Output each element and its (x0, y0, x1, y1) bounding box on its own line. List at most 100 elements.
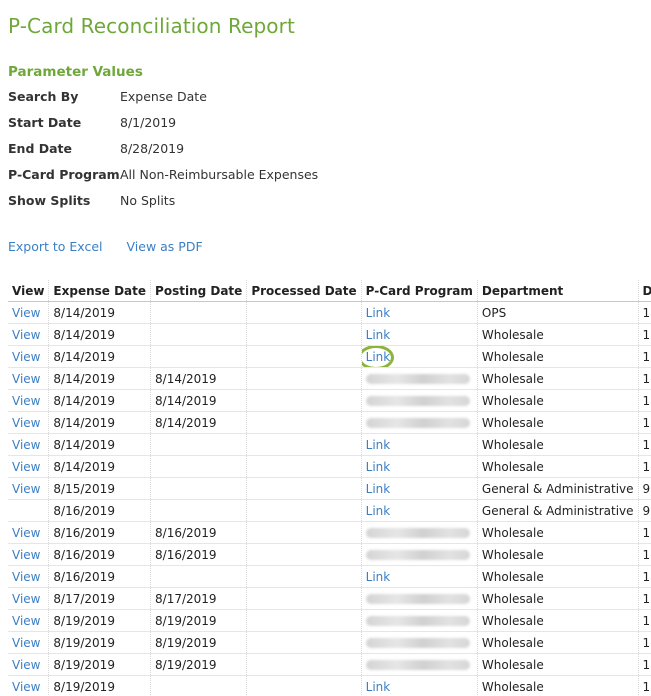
cell-expense-date: 8/16/2019 (48, 565, 151, 588)
cell-department: Wholesale (476, 609, 639, 632)
view-as-pdf-link[interactable]: View as PDF (127, 239, 203, 254)
redacted-card-name (365, 594, 470, 604)
cell-dept-code: 1 (637, 367, 651, 390)
cell-posting-date: 8/19/2019 (150, 653, 247, 676)
cell-view: View (8, 565, 49, 588)
cell-pcard-program (360, 411, 478, 434)
param-value: Expense Date (120, 89, 207, 104)
cell-expense-date: 8/16/2019 (48, 499, 151, 522)
cell-processed-date (246, 653, 362, 676)
cell-view: View (8, 301, 49, 324)
cell-processed-date (246, 345, 362, 368)
cell-processed-date (246, 499, 362, 522)
column-header-view[interactable]: View (8, 280, 49, 302)
export-to-excel-link[interactable]: Export to Excel (8, 239, 103, 254)
column-header-posting-date[interactable]: Posting Date (150, 280, 247, 302)
cell-processed-date (246, 587, 362, 610)
cell-expense-date: 8/19/2019 (48, 675, 151, 696)
cell-processed-date (246, 521, 362, 544)
cell-dept-code: 18 (637, 301, 651, 324)
cell-posting-date (150, 565, 247, 588)
cell-view: View (8, 345, 49, 368)
view-link[interactable]: View (12, 570, 40, 584)
cell-posting-date (150, 675, 247, 696)
view-link[interactable]: View (12, 482, 40, 496)
cell-view: View (8, 455, 49, 478)
program-link[interactable]: Link (366, 328, 391, 342)
report-table: View Expense Date Posting Date Processed… (8, 280, 651, 696)
cell-pcard-program (360, 521, 478, 544)
cell-posting-date (150, 301, 247, 324)
cell-pcard-program (360, 367, 478, 390)
param-label: End Date (8, 141, 73, 156)
view-link[interactable]: View (12, 548, 40, 562)
view-link[interactable]: View (12, 328, 40, 342)
cell-dept-code: 1 (637, 455, 651, 478)
view-link[interactable]: View (12, 592, 40, 606)
cell-processed-date (246, 301, 362, 324)
program-link[interactable]: Link (366, 350, 391, 364)
view-link[interactable]: View (12, 416, 40, 430)
cell-posting-date (150, 477, 247, 500)
cell-dept-code: 1 (637, 675, 651, 696)
cell-processed-date (246, 543, 362, 566)
table-row: View 8/14/2019 Link Wholesale 1 (8, 345, 651, 368)
cell-expense-date: 8/17/2019 (48, 587, 151, 610)
program-link[interactable]: Link (366, 482, 391, 496)
column-header-department[interactable]: Department (476, 280, 639, 302)
cell-department: Wholesale (476, 565, 639, 588)
cell-department: Wholesale (476, 521, 639, 544)
table-row: View 8/14/2019 8/14/2019 Wholesale 1 (8, 411, 651, 434)
cell-department: General & Administrative (476, 477, 639, 500)
param-label: P-Card Program (8, 167, 120, 182)
column-header-expense-date[interactable]: Expense Date (48, 280, 151, 302)
cell-department: Wholesale (476, 631, 639, 654)
cell-processed-date (246, 389, 362, 412)
cell-department: Wholesale (476, 455, 639, 478)
table-row: View 8/14/2019 Link OPS18 (8, 301, 651, 324)
cell-processed-date (246, 433, 362, 456)
cell-processed-date (246, 565, 362, 588)
view-link[interactable]: View (12, 636, 40, 650)
cell-view: View (8, 367, 49, 390)
cell-processed-date (246, 455, 362, 478)
program-link[interactable]: Link (366, 306, 391, 320)
program-link[interactable]: Link (366, 438, 391, 452)
cell-dept-code: 1 (637, 609, 651, 632)
view-link[interactable]: View (12, 614, 40, 628)
cell-view: View (8, 631, 49, 654)
cell-pcard-program: Link (360, 675, 478, 696)
cell-pcard-program: Link (360, 455, 478, 478)
param-value: 8/28/2019 (120, 141, 185, 156)
column-header-processed-date[interactable]: Processed Date (246, 280, 362, 302)
program-link[interactable]: Link (366, 504, 391, 518)
view-link[interactable]: View (12, 526, 40, 540)
cell-expense-date: 8/14/2019 (48, 301, 151, 324)
cell-view (8, 499, 49, 522)
program-link[interactable]: Link (366, 570, 391, 584)
redacted-card-name (365, 396, 470, 406)
column-header-dept-code[interactable]: Dept Code (637, 280, 651, 302)
cell-pcard-program: Link (360, 323, 478, 346)
cell-pcard-program: Link (360, 433, 478, 456)
view-link[interactable]: View (12, 306, 40, 320)
cell-view: View (8, 675, 49, 696)
view-link[interactable]: View (12, 658, 40, 672)
view-link[interactable]: View (12, 438, 40, 452)
cell-department: OPS (476, 301, 639, 324)
cell-posting-date: 8/14/2019 (150, 389, 247, 412)
program-link[interactable]: Link (366, 460, 391, 474)
view-link[interactable]: View (12, 350, 40, 364)
table-row: View 8/14/2019 Link Wholesale 1 (8, 455, 651, 478)
view-link[interactable]: View (12, 460, 40, 474)
column-header-pcard-program[interactable]: P-Card Program (360, 280, 478, 302)
cell-posting-date: 8/14/2019 (150, 411, 247, 434)
view-link[interactable]: View (12, 680, 40, 694)
view-link[interactable]: View (12, 394, 40, 408)
program-link[interactable]: Link (366, 680, 391, 694)
view-link[interactable]: View (12, 372, 40, 386)
cell-posting-date (150, 455, 247, 478)
table-row: View 8/16/2019 Link Wholesale 1 (8, 565, 651, 588)
table-row: View 8/14/2019 Link Wholesale 1 (8, 323, 651, 346)
cell-department: General & Administrative (476, 499, 639, 522)
